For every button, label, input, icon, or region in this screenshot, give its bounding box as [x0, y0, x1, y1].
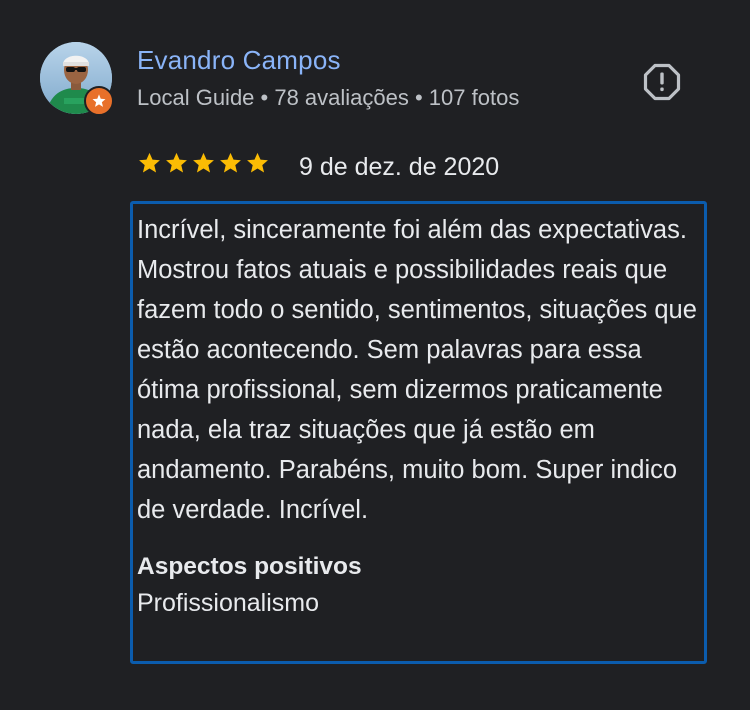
- review-text: Incrível, sinceramente foi além das expe…: [137, 216, 697, 524]
- report-octagon-icon: [643, 63, 681, 101]
- star-rating: [137, 151, 270, 176]
- star-icon: [193, 152, 214, 173]
- local-guide-badge-icon: [84, 86, 114, 116]
- aspects-title: Aspectos positivos: [137, 553, 362, 580]
- reviewer-meta: Local Guide • 78 avaliações • 107 fotos: [137, 85, 520, 110]
- star-icon: [139, 152, 160, 173]
- review-body[interactable]: Incrível, sinceramente foi além das expe…: [130, 201, 707, 664]
- star-icon: [247, 152, 268, 173]
- star-icon: [220, 152, 241, 173]
- aspects-value: Profissionalismo: [137, 589, 320, 617]
- report-icon[interactable]: [643, 63, 681, 101]
- reviewer-name[interactable]: Evandro Campos: [137, 44, 341, 76]
- star-icon: [92, 94, 106, 107]
- review-date: 9 de dez. de 2020: [299, 153, 500, 181]
- star-icon: [166, 152, 187, 173]
- reviewer-avatar-wrapper[interactable]: [40, 42, 114, 116]
